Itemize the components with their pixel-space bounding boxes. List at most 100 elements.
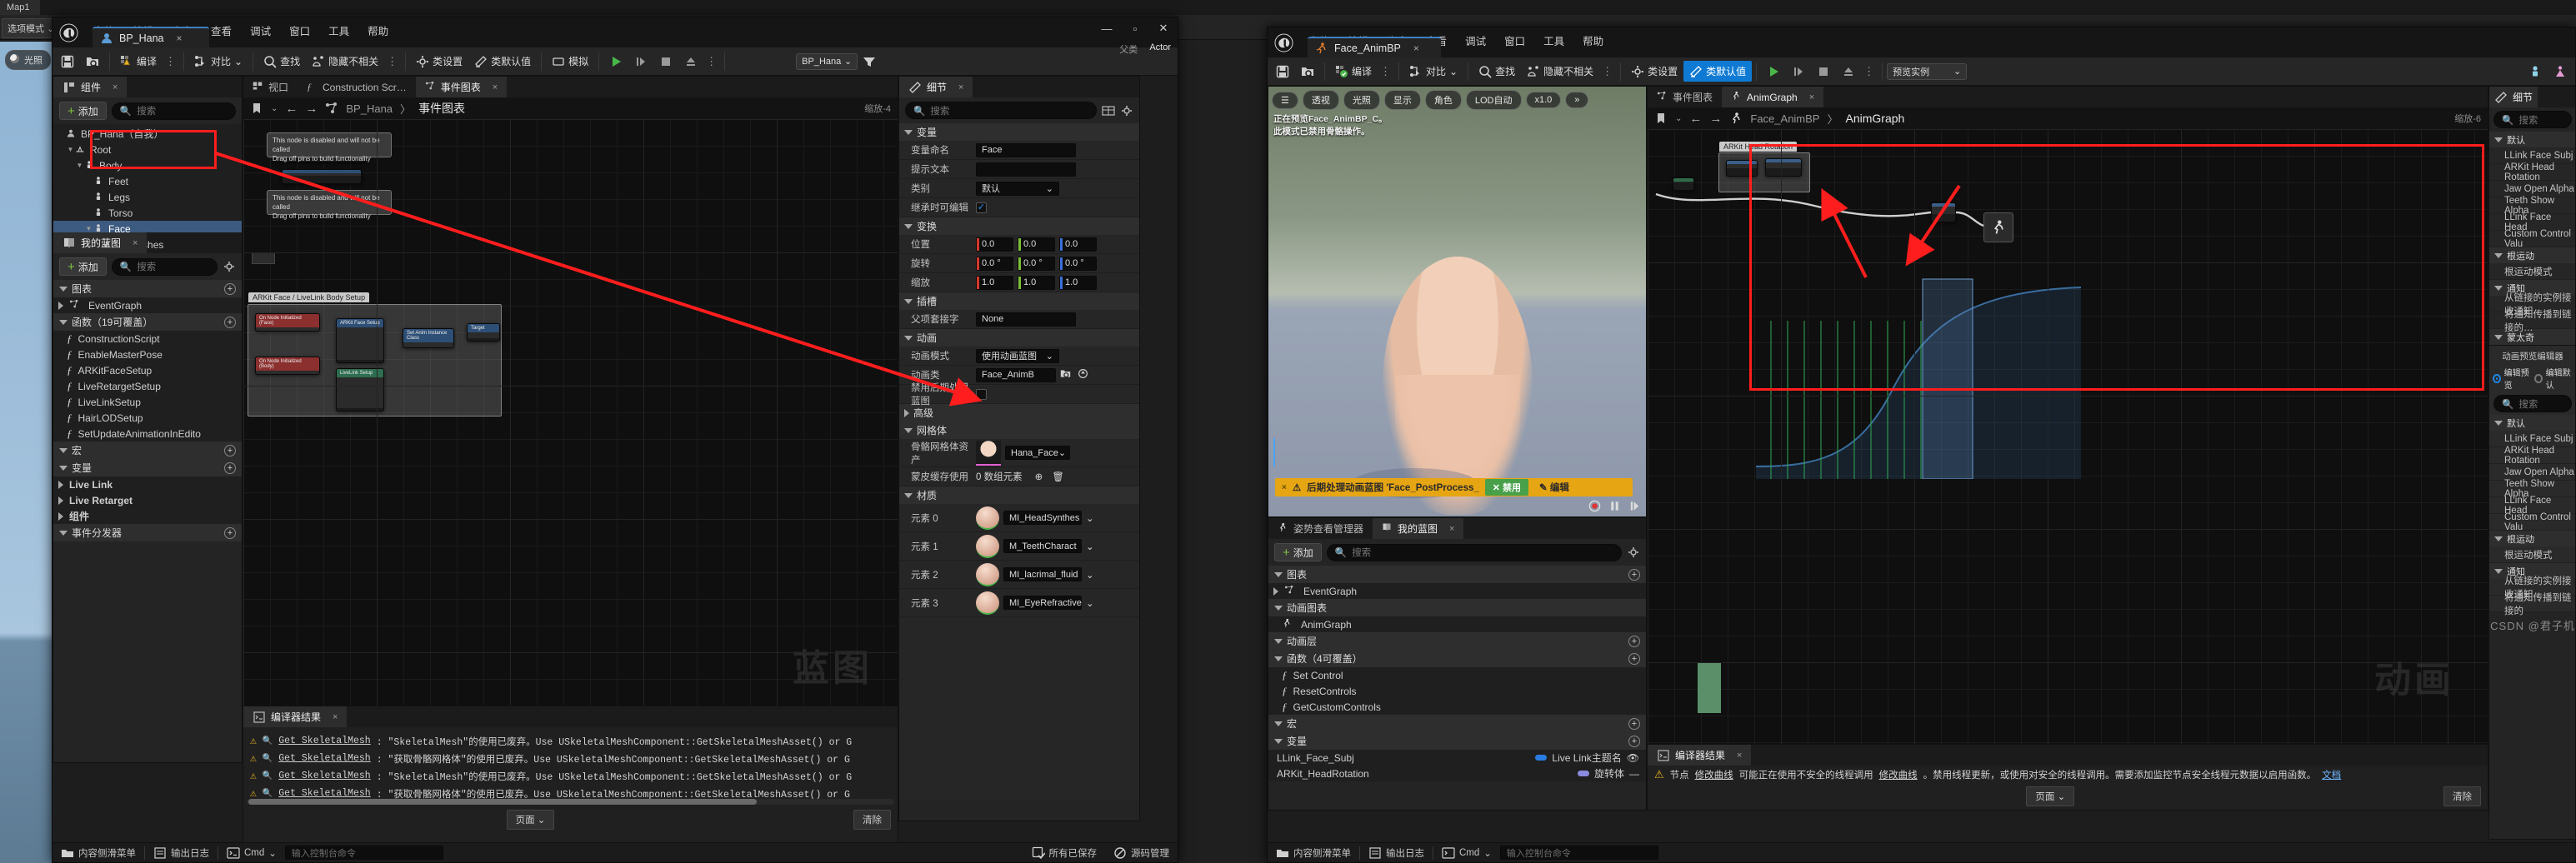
console-command-input[interactable]: 输入控制台命令 (1499, 846, 1658, 860)
caret-right-icon[interactable] (58, 511, 63, 521)
details-property-row[interactable]: 父项套接字 None (899, 310, 1139, 329)
add-icon[interactable]: + (224, 316, 236, 328)
vector-field-z[interactable]: 1.0 (1059, 275, 1097, 290)
compiler-message-row[interactable]: ⚠ 🔍 Get SkeletalMesh : "获取骨骼网格体"的使用已废弃。Use… (243, 750, 898, 767)
back-arrow-icon[interactable]: ← (285, 102, 298, 116)
close-icon[interactable]: × (1809, 92, 1814, 102)
play-options-button[interactable]: ⋮ (703, 55, 720, 68)
property-value[interactable]: 0.0 ° 0.0 ° 0.0 ° (976, 256, 1139, 271)
caret-right-icon[interactable] (904, 408, 909, 417)
myblueprint-tab-0[interactable]: 姿势查看管理器 (1268, 518, 1373, 539)
myblueprint-search-input[interactable]: 🔍 搜索 (1326, 543, 1622, 561)
debug-filter-icon[interactable] (863, 55, 876, 68)
compile-options-button[interactable]: ⋮ (163, 55, 179, 68)
function-list-item[interactable]: ƒ LiveLinkSetup (53, 394, 242, 410)
animgraph-breadcrumb[interactable]: ⌄ ← → Face_AnimBP 〉 AnimGraph 缩放-6 (1648, 107, 2488, 129)
component-tree-row[interactable]: ▼ Body (53, 157, 242, 173)
component-tree[interactable]: BP_Hana（自我）▼Root▼BodyFeetLegsTorso▼FaceE… (53, 124, 242, 251)
win1-details-panel[interactable]: 细节 × 🔍 搜索 变量 变量命名 Face 提示文本 类别 默认 ⌄ 继承时可编辑 ✓ 变换 位置… (898, 76, 1140, 821)
details-property-list[interactable]: 变量 变量命名 Face 提示文本 类别 默认 ⌄ 继承时可编辑 ✓ 变换 位置 0.0 0.0 0.0 旋… (899, 123, 1139, 800)
tab-compiler-results[interactable]: 编译器结果 × (1648, 745, 1752, 766)
close-icon[interactable]: × (958, 82, 963, 92)
menu-item-6[interactable]: 工具 (1534, 29, 1573, 52)
output-log-button[interactable]: 输出日志 (1360, 843, 1433, 862)
graph-list-item[interactable]: EventGraph (53, 297, 242, 313)
eject-button[interactable] (678, 52, 703, 72)
property-value[interactable]: None (976, 312, 1139, 327)
myblueprint-tabbar[interactable]: 姿势查看管理器 我的蓝图 × (1268, 518, 1646, 539)
details-property-row[interactable]: Custom Control Valu (2489, 229, 2575, 249)
output-log-button[interactable]: 输出日志 (145, 843, 218, 862)
bookmark-icon[interactable] (1654, 112, 1668, 125)
win1-titlebar[interactable]: 文件编辑资产查看调试窗口工具帮助 — ▫ ✕ 父类 Actor BP_Hana … (53, 17, 1178, 55)
play-button[interactable] (1761, 62, 1786, 82)
my-blueprint-tree[interactable]: 图表 + EventGraph 函数（19可覆盖） + ƒ ConstructionScri… (53, 280, 242, 541)
my-blueprint-tree[interactable]: 图表 + EventGraph 动画图表 AnimGraph 动画层 + 函数（4可覆盖） + ƒ… (1268, 566, 1646, 781)
back-arrow-icon[interactable]: ← (1689, 112, 1702, 126)
preview-search-input[interactable]: 🔍 搜索 (2493, 395, 2572, 412)
clear-button[interactable]: 清除 (853, 810, 891, 830)
save-button[interactable] (55, 52, 80, 72)
save-button[interactable] (1270, 62, 1295, 82)
viewport-button-5[interactable]: x1.0 (1525, 92, 1562, 108)
event-graph-canvas[interactable]: This node is disabled and will not be ca… (243, 119, 898, 706)
menu-item-7[interactable]: 帮助 (1573, 29, 1613, 52)
myblueprint-section-header[interactable]: 变量 + (1268, 732, 1646, 750)
content-drawer-button[interactable]: 内容侧滑菜单 (53, 843, 144, 862)
material-field[interactable]: MI_EyeRefractive (1003, 596, 1082, 610)
source-control-button[interactable]: 源码管理 (1105, 843, 1178, 862)
caret-right-icon[interactable] (58, 496, 63, 505)
details-property-row[interactable]: 元素 3 MI_EyeRefractive ⌄ (899, 589, 1139, 617)
property-value[interactable]: Face (976, 142, 1139, 157)
select-field[interactable]: 使用动画蓝图 ⌄ (976, 348, 1059, 363)
close-icon[interactable]: × (177, 32, 183, 44)
scrollbar-thumb[interactable] (248, 799, 757, 805)
viewport-menu-button[interactable]: ☰ (1272, 91, 1298, 109)
compiler-message-link[interactable]: Get SkeletalMesh (278, 736, 370, 746)
graph-node[interactable]: LiveLink Setup (336, 368, 384, 412)
component-tree-row[interactable]: Torso (53, 205, 242, 221)
browse-icon[interactable] (1060, 368, 1073, 382)
vector-field-x[interactable]: 0.0 (976, 237, 1013, 252)
compiler-message-row[interactable]: ⚠ 🔍 Get SkeletalMesh : "SkeletalMesh"的使用已废… (243, 767, 898, 785)
details-property-row[interactable]: 旋转 0.0 ° 0.0 ° 0.0 ° (899, 254, 1139, 273)
gear-icon[interactable] (1120, 104, 1133, 117)
compile-options-button[interactable]: ⋮ (1378, 65, 1394, 78)
details-property-row[interactable]: 继承时可编辑 ✓ (899, 198, 1139, 217)
variable-list-item[interactable]: 组件 (53, 508, 242, 524)
cmd-selector[interactable]: Cmd ⌄ (218, 843, 285, 862)
property-value[interactable] (976, 388, 1139, 400)
viewport-overflow-button[interactable]: » (1565, 92, 1589, 108)
details-property-row[interactable]: 位置 0.0 0.0 0.0 (899, 235, 1139, 254)
win2-viewport-panel[interactable]: ☰ 透视 光照 显示 角色 LOD自动 x1.0» 正在预览Face_AnimBP_C。 … (1268, 86, 1647, 517)
page-button[interactable]: 页面 ⌄ (506, 810, 555, 830)
cmd-selector[interactable]: Cmd ⌄ (1433, 843, 1500, 862)
checkbox[interactable]: ✓ (976, 202, 987, 213)
gear-icon[interactable] (1627, 546, 1640, 559)
maximize-button[interactable]: ▫ (1121, 17, 1149, 39)
component-tree-row[interactable]: BP_Hana（自我） (53, 126, 242, 142)
simulate-button[interactable]: 模拟 (546, 51, 594, 72)
caret-down-icon[interactable] (904, 492, 913, 498)
details-property-row[interactable]: 元素 0 MI_HeadSynthes ⌄ (899, 504, 1139, 532)
step-button[interactable] (628, 52, 653, 72)
eye-icon[interactable]: — (1629, 768, 1639, 780)
details-search-wrap[interactable]: 🔍 搜索 (2489, 107, 2575, 132)
compiler-footer[interactable]: 页面 ⌄ 清除 (243, 805, 898, 835)
browse-button[interactable] (1295, 62, 1320, 82)
graph-node[interactable] (252, 252, 275, 264)
material-field[interactable]: MI_lacrimal_fluid (1003, 567, 1082, 581)
caret-down-icon[interactable] (904, 298, 913, 304)
graph-tab-2[interactable]: 事件图表 × (415, 77, 508, 97)
viewport-button-3[interactable]: 角色 (1424, 90, 1462, 110)
graph-tab-0[interactable]: 视口 (243, 77, 298, 97)
breadcrumb-root[interactable]: BP_Hana (346, 102, 393, 115)
property-value[interactable]: MI_HeadSynthes ⌄ (976, 506, 1139, 530)
vector-field-y[interactable]: 1.0 (1018, 275, 1055, 290)
clear-button[interactable]: 清除 (2443, 786, 2481, 806)
menu-item-5[interactable]: 窗口 (1495, 29, 1534, 52)
details-panel-tabs[interactable]: 细节 (2489, 87, 2575, 107)
myblueprint-section-header[interactable]: 宏 + (1268, 715, 1646, 732)
tab-components[interactable]: 组件 × (53, 77, 128, 97)
win2-animgraph-panel[interactable]: 事件图表 AnimGraph × ⌄ ← → Face_AnimBP 〉 AnimG… (1647, 86, 2488, 753)
